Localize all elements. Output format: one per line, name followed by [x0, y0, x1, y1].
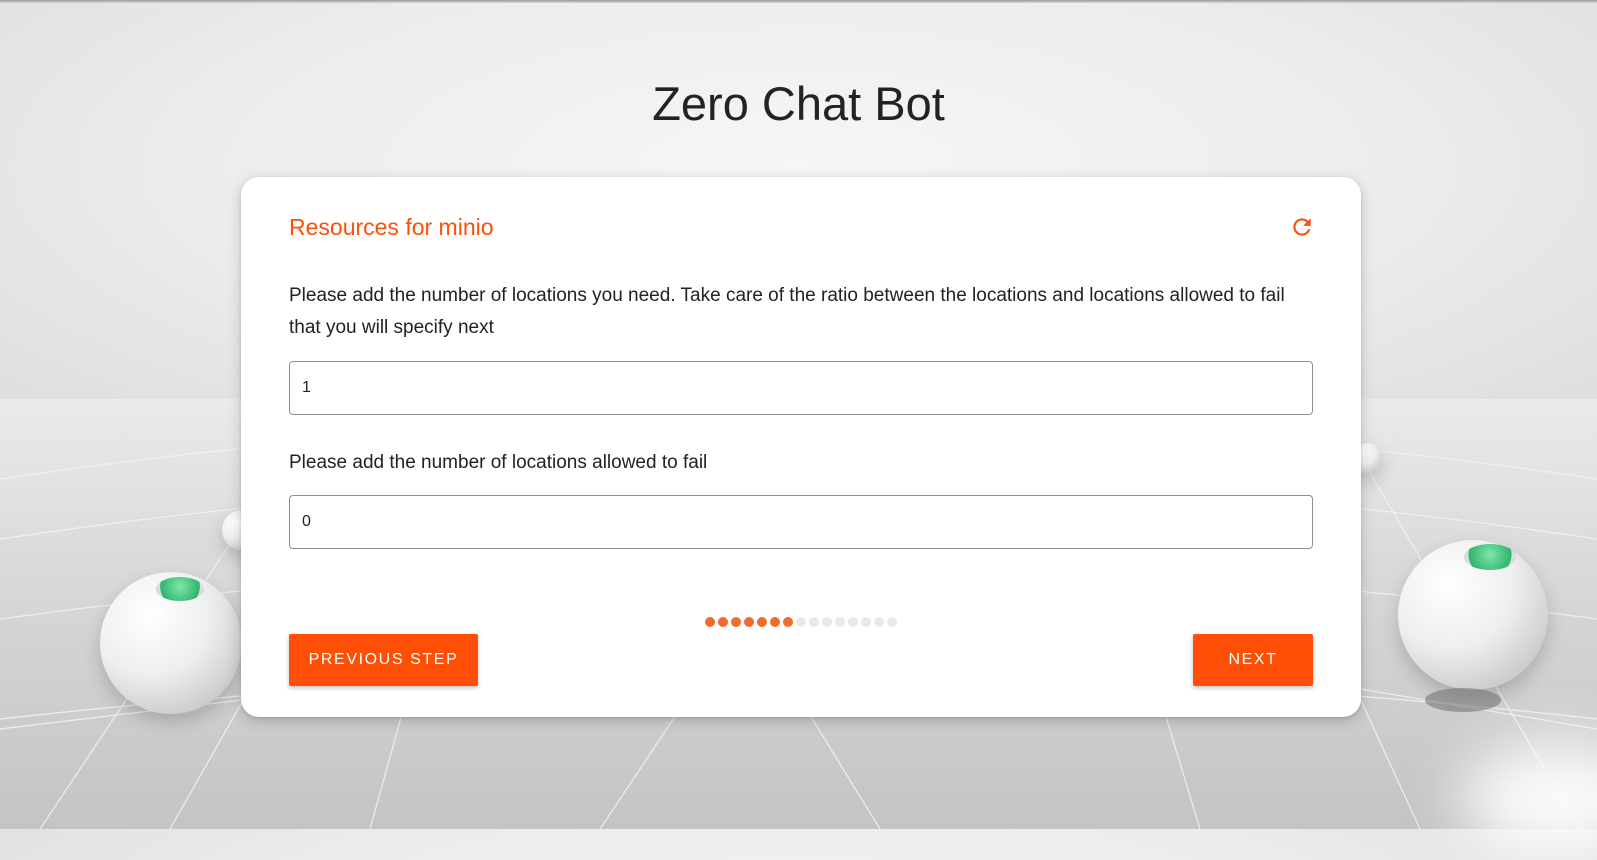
progress-dot — [705, 617, 715, 627]
wizard-card: Resources for minio Please add the numbe… — [241, 177, 1361, 717]
decorative-orb-right — [1398, 540, 1548, 690]
progress-dot — [757, 617, 767, 627]
progress-dot — [770, 617, 780, 627]
progress-dot — [783, 617, 793, 627]
orb-cap-right — [1464, 544, 1516, 570]
progress-dot — [848, 617, 858, 627]
progress-dot — [796, 617, 806, 627]
fail-question: Please add the number of locations allow… — [289, 452, 708, 473]
progress-dot — [822, 617, 832, 627]
progress-dot — [861, 617, 871, 627]
locations-input[interactable] — [289, 361, 1313, 415]
decorative-orb-left — [100, 572, 242, 714]
progress-dot — [874, 617, 884, 627]
progress-dot — [718, 617, 728, 627]
orb-stand-right — [1425, 688, 1501, 712]
progress-dot — [835, 617, 845, 627]
previous-step-button[interactable]: PREVIOUS STEP — [289, 634, 478, 686]
progress-dot — [887, 617, 897, 627]
locations-fail-input[interactable] — [289, 495, 1313, 549]
progress-dot — [744, 617, 754, 627]
card-header: Resources for minio — [289, 210, 1315, 244]
card-title: Resources for minio — [289, 214, 494, 240]
page-title: Zero Chat Bot — [652, 77, 945, 130]
progress-dot — [731, 617, 741, 627]
step-progress-dots — [705, 617, 897, 627]
top-border — [0, 0, 1597, 3]
next-button[interactable]: NEXT — [1193, 634, 1313, 686]
orb-cap-left — [156, 577, 204, 601]
refresh-icon[interactable] — [1289, 214, 1315, 240]
locations-question: Please add the number of locations you n… — [289, 285, 1285, 338]
progress-dot — [809, 617, 819, 627]
